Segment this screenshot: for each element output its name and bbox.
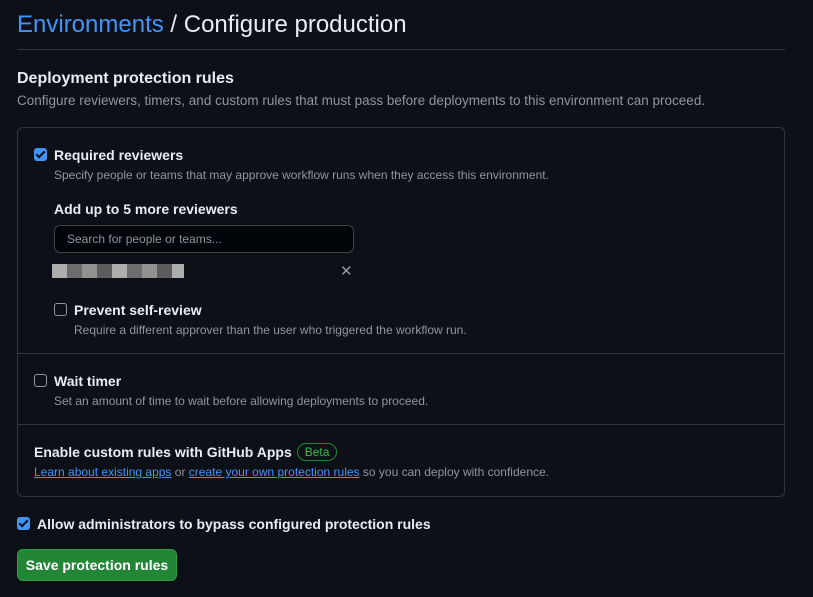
custom-rules-description: Learn about existing apps or create your… xyxy=(34,464,549,480)
learn-existing-apps-link[interactable]: Learn about existing apps xyxy=(34,465,171,479)
create-protection-rules-link[interactable]: create your own protection rules xyxy=(189,465,360,479)
required-reviewers-description: Specify people or teams that may approve… xyxy=(54,168,549,182)
reviewer-entry-redacted xyxy=(52,264,184,278)
prevent-self-review-checkbox[interactable] xyxy=(54,303,67,316)
beta-badge: Beta xyxy=(296,443,338,461)
wait-timer-label: Wait timer xyxy=(54,373,122,389)
section-description: Configure reviewers, timers, and custom … xyxy=(17,93,706,108)
admin-bypass-label: Allow administrators to bypass configure… xyxy=(37,516,431,532)
required-reviewers-label: Required reviewers xyxy=(54,147,184,163)
custom-rules-suffix: so you can deploy with confidence. xyxy=(359,465,549,479)
breadcrumb-environments-link[interactable]: Environments xyxy=(17,11,164,38)
custom-rules-title: Enable custom rules with GitHub Apps Beta xyxy=(34,443,338,461)
prevent-self-review-label: Prevent self-review xyxy=(74,302,202,318)
breadcrumb: Environments / Configure production xyxy=(17,9,407,41)
page-title: Configure production xyxy=(183,11,407,38)
custom-rules-or: or xyxy=(171,465,189,479)
protection-rules-box: Required reviewers Specify people or tea… xyxy=(17,127,785,497)
reviewer-search-input[interactable] xyxy=(54,225,354,253)
header-divider xyxy=(17,49,785,50)
breadcrumb-separator: / xyxy=(163,11,184,38)
save-protection-rules-button[interactable]: Save protection rules xyxy=(17,549,177,581)
wait-timer-checkbox[interactable] xyxy=(34,374,47,387)
rule-divider xyxy=(18,424,784,425)
page: Environments / Configure production Depl… xyxy=(0,0,813,597)
section-title: Deployment protection rules xyxy=(17,70,234,87)
rule-divider xyxy=(18,353,784,354)
admin-bypass-checkbox[interactable] xyxy=(17,517,30,530)
prevent-self-review-description: Require a different approver than the us… xyxy=(74,323,467,337)
custom-rules-title-text: Enable custom rules with GitHub Apps xyxy=(34,444,292,460)
wait-timer-description: Set an amount of time to wait before all… xyxy=(54,394,429,408)
required-reviewers-checkbox[interactable] xyxy=(34,148,47,161)
close-icon[interactable]: ✕ xyxy=(340,264,353,280)
add-reviewers-label: Add up to 5 more reviewers xyxy=(54,201,238,217)
